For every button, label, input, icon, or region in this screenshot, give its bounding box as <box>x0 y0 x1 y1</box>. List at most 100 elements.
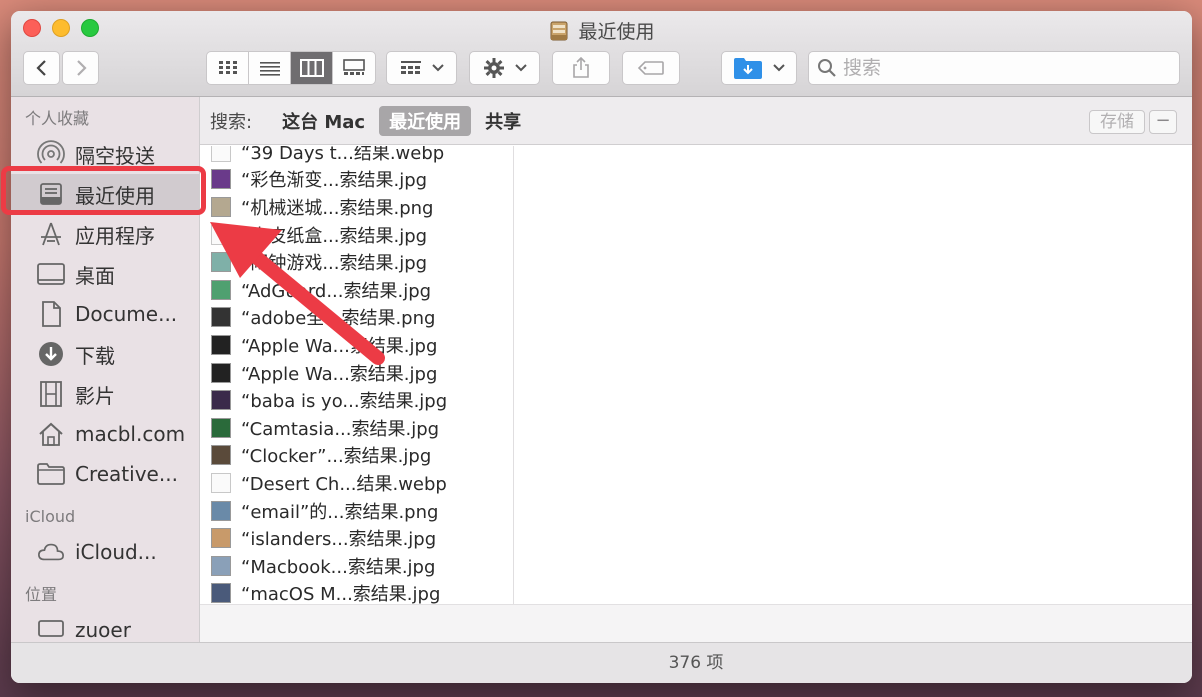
back-button[interactable] <box>23 51 60 85</box>
columns-icon <box>299 59 324 77</box>
image-thumbnail-icon <box>211 555 231 576</box>
file-list: “39 Days t...结果.webp “彩色渐变...索结果.jpg “机械迷城… <box>200 146 513 604</box>
file-row[interactable]: “闹钟游戏...索结果.jpg <box>200 248 513 276</box>
gallery-icon <box>343 59 365 75</box>
recents-icon <box>548 20 570 42</box>
window-title-text: 最近使用 <box>578 21 655 43</box>
icon-view-button[interactable] <box>207 52 249 84</box>
folder-icon <box>37 460 65 488</box>
image-thumbnail-icon <box>211 362 231 383</box>
view-mode-switcher <box>206 51 376 85</box>
dropbox-button[interactable] <box>721 51 797 85</box>
film-icon <box>37 380 65 408</box>
search-input[interactable] <box>843 57 1163 79</box>
file-row[interactable]: “Apple Wa...索结果.jpg <box>200 359 513 387</box>
chevron-down-icon <box>773 64 785 72</box>
chevron-down-icon <box>431 64 444 72</box>
file-row[interactable]: “机械迷城...索结果.png <box>200 193 513 221</box>
document-icon <box>37 300 65 328</box>
sidebar-item-label: macbl.com <box>75 422 186 446</box>
file-row[interactable]: “彩色渐变...索结果.jpg <box>200 166 513 194</box>
file-name: “Camtasia...索结果.jpg <box>241 418 440 440</box>
share-button[interactable] <box>552 51 610 85</box>
horizontal-scroll-area[interactable] <box>200 604 1192 642</box>
scope-recents[interactable]: 最近使用 <box>379 105 472 136</box>
search-field[interactable] <box>808 51 1180 85</box>
sidebar-item-label: iCloud... <box>75 540 157 564</box>
image-thumbnail-icon <box>211 169 231 190</box>
file-name: “闹钟游戏...索结果.jpg <box>241 253 428 275</box>
tag-icon <box>637 61 664 75</box>
remove-criteria-button[interactable]: − <box>1149 110 1177 134</box>
sidebar-header-icloud: iCloud <box>25 507 76 526</box>
sidebar-item-label: 影片 <box>75 383 115 408</box>
computer-icon <box>37 616 65 644</box>
image-thumbnail-icon <box>211 583 231 604</box>
sidebar-item-applications[interactable]: 应用程序 <box>11 214 199 254</box>
save-search-button[interactable]: 存储 <box>1089 110 1145 134</box>
sidebar-item-label: zuoer <box>75 618 131 642</box>
file-row[interactable]: “Apple Wa...索结果.jpg <box>200 331 513 359</box>
download-icon <box>37 340 65 368</box>
file-row[interactable]: “islanders...索结果.jpg <box>200 524 513 552</box>
sidebar-item-creative[interactable]: Creative... <box>11 454 199 494</box>
group-by-button[interactable] <box>386 51 457 85</box>
file-icon <box>211 472 231 493</box>
sidebar-section-locations: 位置 zuoer <box>11 580 199 650</box>
item-count: 376 项 <box>668 653 724 673</box>
file-row[interactable]: “Clocker”...索结果.jpg <box>200 442 513 470</box>
file-name: “Macbook...索结果.jpg <box>241 556 436 578</box>
sidebar-item-recents[interactable]: 最近使用 <box>11 174 199 214</box>
grid-icon <box>218 61 237 74</box>
file-row[interactable]: “39 Days t...结果.webp <box>200 146 513 166</box>
sidebar-item-airdrop[interactable]: 隔空投送 <box>11 134 199 174</box>
file-row[interactable]: “AdGuard...索结果.jpg <box>200 276 513 304</box>
forward-button[interactable] <box>62 51 99 85</box>
file-row[interactable]: “Macbook...索结果.jpg <box>200 552 513 580</box>
sidebar-section-icloud: iCloud iCloud... <box>11 502 199 572</box>
sidebar-item-label: 隔空投送 <box>75 143 155 168</box>
applications-icon <box>37 220 65 248</box>
chevron-down-icon <box>514 64 527 72</box>
airdrop-icon <box>37 140 65 168</box>
file-row[interactable]: “牛皮纸盒...索结果.jpg <box>200 221 513 249</box>
cloud-icon <box>37 538 65 566</box>
scope-this-mac[interactable]: 这台 Mac <box>272 106 375 136</box>
sidebar-item-movies[interactable]: 影片 <box>11 374 199 414</box>
sidebar-item-icloud-drive[interactable]: iCloud... <box>11 532 199 572</box>
sidebar-item-downloads[interactable]: 下载 <box>11 334 199 374</box>
file-name: “机械迷城...索结果.png <box>241 197 434 219</box>
sidebar-item-label: 下载 <box>75 343 115 368</box>
share-icon <box>573 57 589 78</box>
file-row[interactable]: “Desert Ch...结果.webp <box>200 469 513 497</box>
chevron-right-icon <box>76 60 87 76</box>
image-thumbnail-icon <box>211 279 231 300</box>
file-name: “baba is yo...索结果.jpg <box>241 391 448 413</box>
group-icon <box>400 61 421 74</box>
file-name: “Apple Wa...索结果.jpg <box>241 363 438 385</box>
toolbar <box>11 51 1192 87</box>
image-thumbnail-icon <box>211 390 231 411</box>
sidebar-item-home[interactable]: macbl.com <box>11 414 199 454</box>
file-row[interactable]: “adobe全...索结果.png <box>200 304 513 332</box>
tags-button[interactable] <box>622 51 680 85</box>
sidebar-item-documents[interactable]: Docume... <box>11 294 199 334</box>
file-name: “彩色渐变...索结果.jpg <box>241 170 428 192</box>
list-view-button[interactable] <box>249 52 291 84</box>
file-row[interactable]: “macOS M...索结果.jpg <box>200 580 513 604</box>
action-menu-button[interactable] <box>469 51 540 85</box>
gallery-view-button[interactable] <box>333 52 375 84</box>
search-scope-bar: 搜索: 这台 Mac 最近使用 共享 存储 − <box>200 97 1192 145</box>
home-icon <box>37 420 65 448</box>
sidebar-header-favorites: 个人收藏 <box>25 109 90 128</box>
sidebar-item-desktop[interactable]: 桌面 <box>11 254 199 294</box>
file-row[interactable]: “Camtasia...索结果.jpg <box>200 414 513 442</box>
titlebar: 最近使用 <box>11 11 1192 97</box>
file-row[interactable]: “baba is yo...索结果.jpg <box>200 386 513 414</box>
scope-shared[interactable]: 共享 <box>475 106 531 136</box>
column-view-button[interactable] <box>291 52 333 84</box>
dropbox-folder-icon <box>734 58 762 79</box>
file-icon <box>211 146 231 162</box>
file-name: “AdGuard...索结果.jpg <box>241 280 432 302</box>
file-row[interactable]: “email”的...索结果.png <box>200 497 513 525</box>
